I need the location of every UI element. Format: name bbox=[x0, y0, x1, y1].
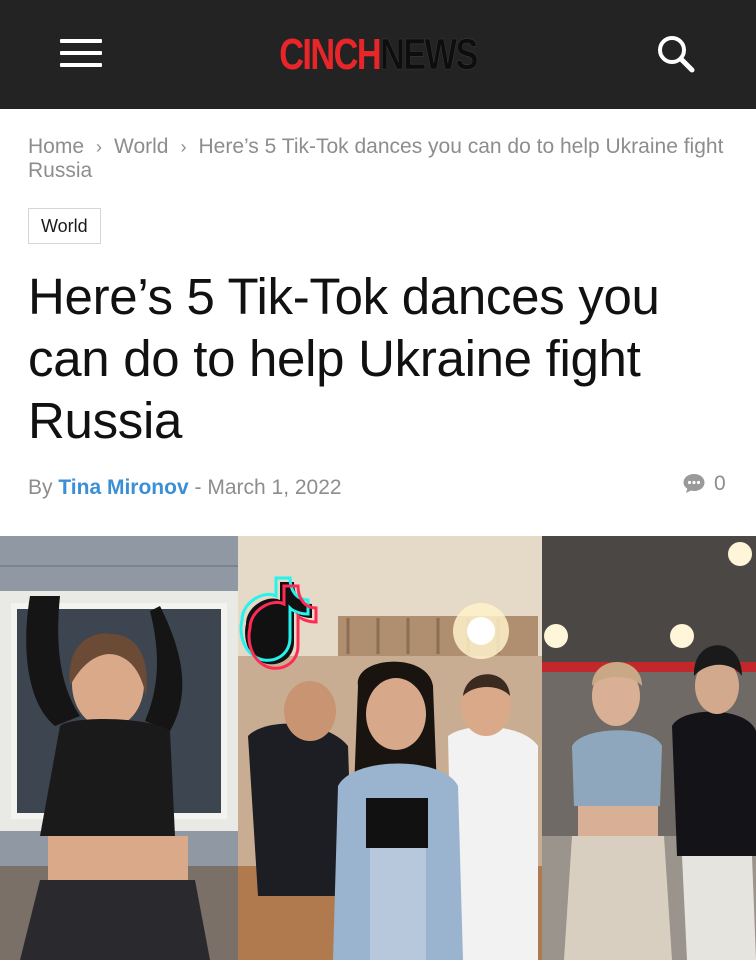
author-link[interactable]: Tina Mironov bbox=[58, 476, 188, 499]
breadcrumb-world[interactable]: World bbox=[114, 135, 168, 158]
logo-news: NEWS bbox=[380, 30, 479, 80]
article-title: Here’s 5 Tik-Tok dances you can do to he… bbox=[28, 268, 660, 449]
by-label: By bbox=[28, 476, 53, 499]
dancer-photo-left bbox=[0, 536, 238, 960]
dancer-photo-right bbox=[542, 536, 756, 960]
category-tag[interactable]: World bbox=[28, 208, 101, 244]
chevron-right-icon: › bbox=[180, 137, 187, 157]
comment-count: 0 bbox=[714, 472, 726, 495]
comment-bubble-icon bbox=[682, 472, 714, 495]
article-hero-image[interactable] bbox=[0, 536, 756, 960]
site-logo[interactable]: CINCHNEWS bbox=[83, 30, 673, 80]
search-icon[interactable] bbox=[652, 30, 700, 78]
logo-cinch: CINCH bbox=[279, 30, 381, 79]
top-navigation-bar: CINCHNEWS bbox=[0, 0, 756, 109]
article-meta: By Tina Mironov - March 1, 2022 bbox=[28, 474, 342, 502]
comments-link[interactable]: 0 bbox=[682, 470, 726, 498]
chevron-right-icon: › bbox=[96, 137, 103, 157]
meta-dash: - bbox=[194, 476, 202, 499]
breadcrumb: Home › World › Here’s 5 Tik-Tok dances you c… bbox=[28, 135, 728, 183]
dancer-photo-middle bbox=[238, 536, 542, 960]
publish-date: March 1, 2022 bbox=[207, 476, 342, 499]
breadcrumb-home[interactable]: Home bbox=[28, 135, 84, 158]
